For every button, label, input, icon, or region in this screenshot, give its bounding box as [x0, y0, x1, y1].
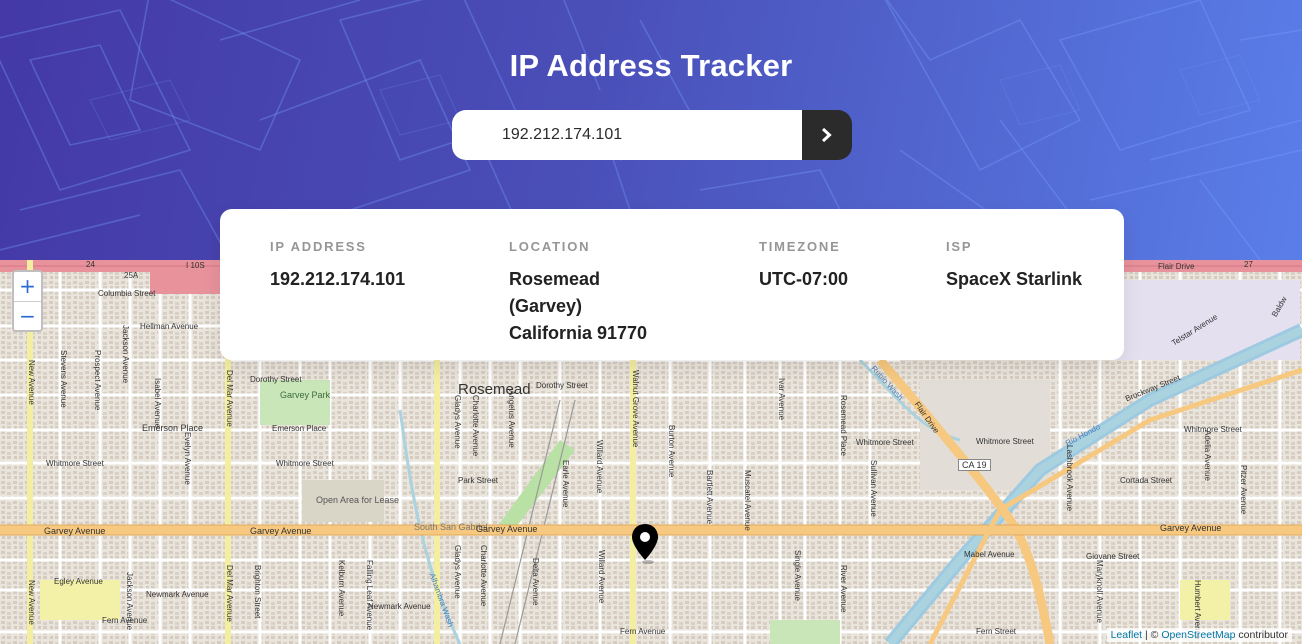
isp-section: ISP SpaceX Starlink — [946, 239, 1082, 293]
zoom-in-button[interactable]: + — [14, 272, 41, 301]
map-label-whitmore-3: Whitmore Street — [856, 438, 914, 447]
chevron-right-icon — [821, 128, 832, 142]
map-label-walnut-grove: Walnut Grove Avenue — [631, 370, 640, 448]
location-section: LOCATION Rosemead (Garvey) California 91… — [509, 239, 647, 347]
location-marker-icon[interactable] — [631, 524, 659, 564]
zoom-out-button[interactable]: − — [14, 301, 41, 330]
map-label-muscatel: Muscatel Avenue — [743, 470, 752, 531]
ip-address-value: 192.212.174.101 — [270, 269, 406, 289]
map-label-sullivan: Sullivan Avenue — [869, 460, 878, 517]
map-label-garvey-ave-3: Garvey Avenue — [476, 524, 538, 534]
map-label-rosemead-place: Rosemead Place — [839, 395, 848, 456]
map-label-willard-1: Willard Avenue — [595, 440, 604, 494]
map-label-hellman: Hellman Avenue — [140, 322, 199, 331]
isp-label: ISP — [946, 239, 973, 254]
map-label-park-st: Park Street — [458, 476, 499, 485]
map-label-egley: Egley Avenue — [54, 577, 103, 586]
map-label-delta: Delta Avenue — [531, 558, 540, 606]
map-label-charlotte-2: Charlotte Avenue — [479, 545, 488, 607]
map-label-garvey-ave-1: Garvey Avenue — [44, 526, 106, 536]
map-label-bartlett: Bartlett Avenue — [705, 470, 714, 525]
map-label-charlotte-1: Charlotte Avenue — [471, 395, 480, 457]
map-label-dorothy-2: Dorothy Street — [536, 381, 588, 390]
map-label-whitmore-5: Whitmore Street — [1184, 425, 1242, 434]
timezone-value: UTC-07:00 — [759, 269, 849, 289]
location-city: Rosemead — [509, 269, 601, 289]
map-label-shield-24: 24 — [86, 260, 95, 269]
map-label-river: River Avenue — [839, 565, 848, 613]
location-region: California 91770 — [509, 323, 648, 343]
map-label-whitmore-4: Whitmore Street — [976, 437, 1034, 446]
ip-address-section: IP ADDRESS 192.212.174.101 — [270, 239, 405, 293]
timezone-label: TIMEZONE — [759, 239, 841, 254]
map-label-newmark-1: Newmark Avenue — [146, 590, 209, 599]
map-label-cortada: Cortada Street — [1120, 476, 1173, 485]
ip-search-input[interactable] — [452, 110, 802, 160]
map-label-lashbrook: Lashbrook Avenue — [1065, 445, 1074, 512]
search-submit-button[interactable] — [802, 110, 852, 160]
map-label-jackson-1: Jackson Avenue — [121, 325, 130, 384]
map-label-flair-1: Flair Drive — [1158, 262, 1195, 271]
map-label-mabel: Mabel Avenue — [964, 550, 1015, 559]
ip-address-label: IP ADDRESS — [270, 239, 367, 254]
ip-info-card: IP ADDRESS 192.212.174.101 LOCATION Rose… — [220, 209, 1124, 360]
map-label-angelus: Angelus Avenue — [507, 390, 516, 448]
openstreetmap-link[interactable]: OpenStreetMap — [1161, 629, 1235, 641]
map-label-single: Single Avenue — [793, 550, 802, 602]
map-label-maryknoll: Maryknoll Avenue — [1095, 560, 1104, 623]
search-form — [452, 110, 852, 160]
map-label-earle: Earle Avenue — [561, 460, 570, 508]
map-label-willard-2: Willard Avenue — [597, 550, 606, 604]
map-label-rosemead: Rosemead — [458, 381, 531, 398]
attribution-suffix: contributor — [1238, 629, 1288, 641]
location-area: (Garvey) — [509, 296, 583, 316]
map-label-open-area: Open Area for Lease — [316, 495, 400, 505]
map-label-evelyn: Evelyn Avenue — [183, 432, 192, 485]
timezone-section: TIMEZONE UTC-07:00 — [759, 239, 848, 293]
map-label-i10s: I 10S — [186, 261, 205, 270]
map-label-isabel: Isabel Avenue — [153, 378, 162, 429]
map-label-burton: Burton Avenue — [667, 425, 676, 478]
map-label-adelia: Adelia Avenue — [1203, 430, 1212, 482]
map-attribution: Leaflet | © OpenStreetMap contributor — [1106, 628, 1292, 642]
map-label-columbia: Columbia Street — [98, 289, 156, 298]
map-label-garvey-park: Garvey Park — [280, 390, 331, 400]
map-label-gladys-2: Gladys Avenue — [453, 545, 462, 599]
map-label-shield-25a: 25A — [124, 271, 139, 280]
map-label-fern-2: Fern Avenue — [620, 627, 666, 636]
map-label-new-ave-2: New Avenue — [27, 580, 36, 625]
isp-value: SpaceX Starlink — [946, 269, 1083, 289]
map-label-garvey-ave-2: Garvey Avenue — [250, 526, 312, 536]
map-label-prospect: Prospect Avenue — [93, 350, 102, 411]
map-label-emerson-2: Emerson Place — [272, 424, 327, 433]
map-label-brighton: Brighton Street — [253, 565, 262, 619]
map-label-del-mar-2: Del Mar Avenue — [225, 565, 234, 622]
map-label-ca19-shield: CA 19 — [958, 459, 991, 471]
map-label-stevens: Stevens Avenue — [59, 350, 68, 408]
map-label-ivar: Ivar Avenue — [777, 378, 786, 421]
location-label: LOCATION — [509, 239, 591, 254]
map-label-pitzer: Pitzer Avenue — [1239, 465, 1248, 515]
map-label-del-mar-1: Del Mar Avenue — [225, 370, 234, 427]
map-label-dorothy-1: Dorothy Street — [250, 375, 302, 384]
map-label-whitmore-1: Whitmore Street — [46, 459, 104, 468]
map-label-garvey-ave-4: Garvey Avenue — [1160, 523, 1222, 533]
map-label-kelburn: Kelburn Avenue — [337, 560, 346, 617]
map-label-giovane: Giovane Street — [1086, 552, 1140, 561]
map-label-fern-st: Fern Street — [976, 627, 1017, 636]
zoom-control: + − — [12, 270, 43, 332]
map-label-jackson-2: Jackson Avenue — [125, 572, 134, 631]
map-label-gladys-1: Gladys Avenue — [453, 395, 462, 449]
attribution-separator: | © — [1145, 629, 1159, 641]
location-value: Rosemead (Garvey) California 91770 — [509, 266, 647, 347]
map-label-emerson-1: Emerson Place — [142, 423, 204, 433]
map-label-shield-27: 27 — [1244, 260, 1253, 269]
map-label-falling-leaf: Falling Leaf Avenue — [365, 560, 374, 631]
leaflet-link[interactable]: Leaflet — [1111, 629, 1143, 641]
map-label-whitmore-2: Whitmore Street — [276, 459, 334, 468]
map-label-new-ave-1: New Avenue — [27, 360, 36, 405]
map-label-newmark-2: Newmark Avenue — [368, 602, 431, 611]
page-title: IP Address Tracker — [509, 48, 793, 83]
